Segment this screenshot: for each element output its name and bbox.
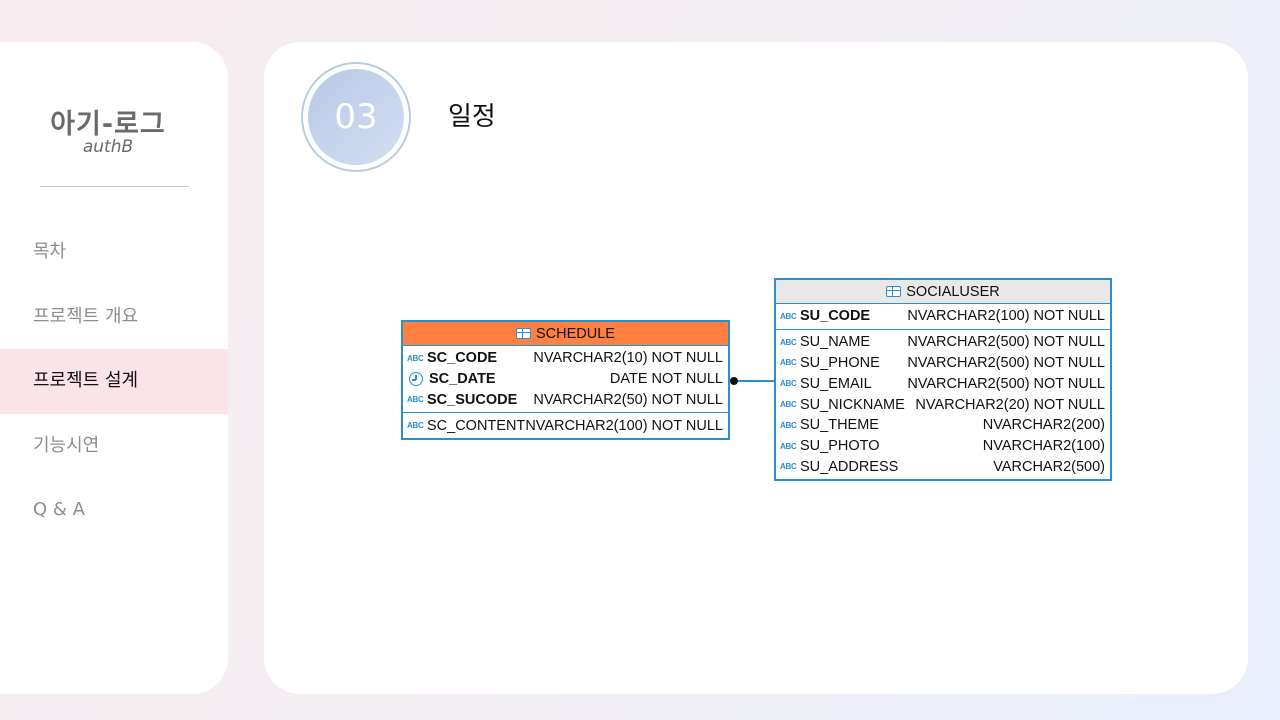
table-header: SCHEDULE [403,322,728,346]
sidebar-nav: 목차 프로젝트 개요 프로젝트 설계 기능시연 Q & A [0,220,228,543]
column-name: SU_EMAIL [800,375,872,392]
abc-icon: ABC [780,462,797,472]
column-row[interactable]: ABC SU_EMAIL NVARCHAR2(500) NOT NULL [776,373,1110,394]
nav-item-design[interactable]: 프로젝트 설계 [0,349,228,414]
column-type: NVARCHAR2(20) NOT NULL [915,396,1105,413]
column-name: SU_PHOTO [800,438,880,455]
section-badge: 03 [301,62,411,172]
column-type: NVARCHAR2(100) [982,438,1105,455]
column-name: SU_NAME [800,334,871,351]
column-name: SU_THEME [800,417,879,434]
table-name: SCHEDULE [536,326,615,342]
column-name: SC_CODE [427,350,498,367]
column-row[interactable]: ABC SU_THEME NVARCHAR2(200) [776,415,1110,436]
column-row[interactable]: ABC SU_PHOTO NVARCHAR2(100) [776,436,1110,457]
clock-icon [409,372,423,387]
nav-item-qna[interactable]: Q & A [0,478,228,543]
nav-item-demo[interactable]: 기능시연 [0,414,228,479]
sidebar: 아기-로그 authB 목차 프로젝트 개요 프로젝트 설계 기능시연 Q & … [0,42,228,694]
column-row[interactable]: ABC SU_PHONE NVARCHAR2(500) NOT NULL [776,353,1110,374]
abc-icon: ABC [780,379,797,389]
column-name: SC_CONTENT [427,417,526,434]
column-type: DATE NOT NULL [609,371,723,388]
column-type: NVARCHAR2(500) NOT NULL [907,354,1105,371]
column-type: NVARCHAR2(100) NOT NULL [907,308,1105,325]
column-type: VARCHAR2(500) [993,458,1105,475]
abc-icon: ABC [780,441,797,451]
table-icon [516,328,532,339]
column-name: SU_NICKNAME [800,396,905,413]
column-type: NVARCHAR2(500) NOT NULL [907,334,1105,351]
abc-icon: ABC [780,420,797,430]
column-row[interactable]: ABC SU_ADDRESS VARCHAR2(500) [776,457,1110,478]
section-title: 일정 [448,102,496,132]
column-row[interactable]: ABC SC_CONTENT NVARCHAR2(100) NOT NULL [403,415,728,436]
abc-icon: ABC [780,358,797,368]
nav-item-overview[interactable]: 프로젝트 개요 [0,285,228,350]
column-type: NVARCHAR2(50) NOT NULL [533,391,723,408]
column-row[interactable]: ABC SU_NICKNAME NVARCHAR2(20) NOT NULL [776,394,1110,415]
column-row[interactable]: ABC SC_SUCODE NVARCHAR2(50) NOT NULL [403,390,728,411]
column-name: SU_PHONE [800,354,880,371]
column-type: NVARCHAR2(10) NOT NULL [533,350,723,367]
column-type: NVARCHAR2(100) NOT NULL [525,417,723,434]
abc-icon: ABC [407,395,424,405]
abc-icon: ABC [780,311,797,321]
column-name: SC_SUCODE [427,391,518,408]
divider [40,186,189,187]
column-name: SU_CODE [800,308,871,325]
main-panel: 03 일정 SCHEDULE ABC SC_CODE NVARCHAR2(10) N… [264,42,1248,694]
pk-section: ABC SU_CODE NVARCHAR2(100) NOT NULL [776,304,1110,329]
table-name: SOCIALUSER [906,284,1000,300]
column-type: NVARCHAR2(500) NOT NULL [907,375,1105,392]
erd-table-schedule[interactable]: SCHEDULE ABC SC_CODE NVARCHAR2(10) NOT NUL… [401,320,730,441]
column-section: ABC SU_NAME NVARCHAR2(500) NOT NULL ABC SU_P… [776,328,1110,480]
abc-icon: ABC [780,337,797,347]
column-row[interactable]: ABC SC_CODE NVARCHAR2(10) NOT NULL [403,348,728,369]
column-type: NVARCHAR2(200) [982,417,1105,434]
relation-endpoint [730,377,738,385]
pk-section: ABC SC_CODE NVARCHAR2(10) NOT NULL SC_DATE D… [403,346,728,412]
nav-item-contents[interactable]: 목차 [0,220,228,285]
column-name: SC_DATE [429,371,496,388]
column-section: ABC SC_CONTENT NVARCHAR2(100) NOT NULL [403,412,728,438]
abc-icon: ABC [780,400,797,410]
column-name: SU_ADDRESS [800,458,899,475]
logo[interactable]: 아기-로그 authB [48,108,168,156]
table-icon [886,286,902,297]
column-row[interactable]: SC_DATE DATE NOT NULL [403,369,728,390]
abc-icon: ABC [407,353,424,363]
table-header: SOCIALUSER [776,280,1110,304]
column-row[interactable]: ABC SU_NAME NVARCHAR2(500) NOT NULL [776,332,1110,353]
erd-table-socialuser[interactable]: SOCIALUSER ABC SU_CODE NVARCHAR2(100) NOT … [774,278,1112,482]
abc-icon: ABC [407,421,424,431]
section-number: 03 [308,69,404,165]
column-row[interactable]: ABC SU_CODE NVARCHAR2(100) NOT NULL [776,306,1110,327]
